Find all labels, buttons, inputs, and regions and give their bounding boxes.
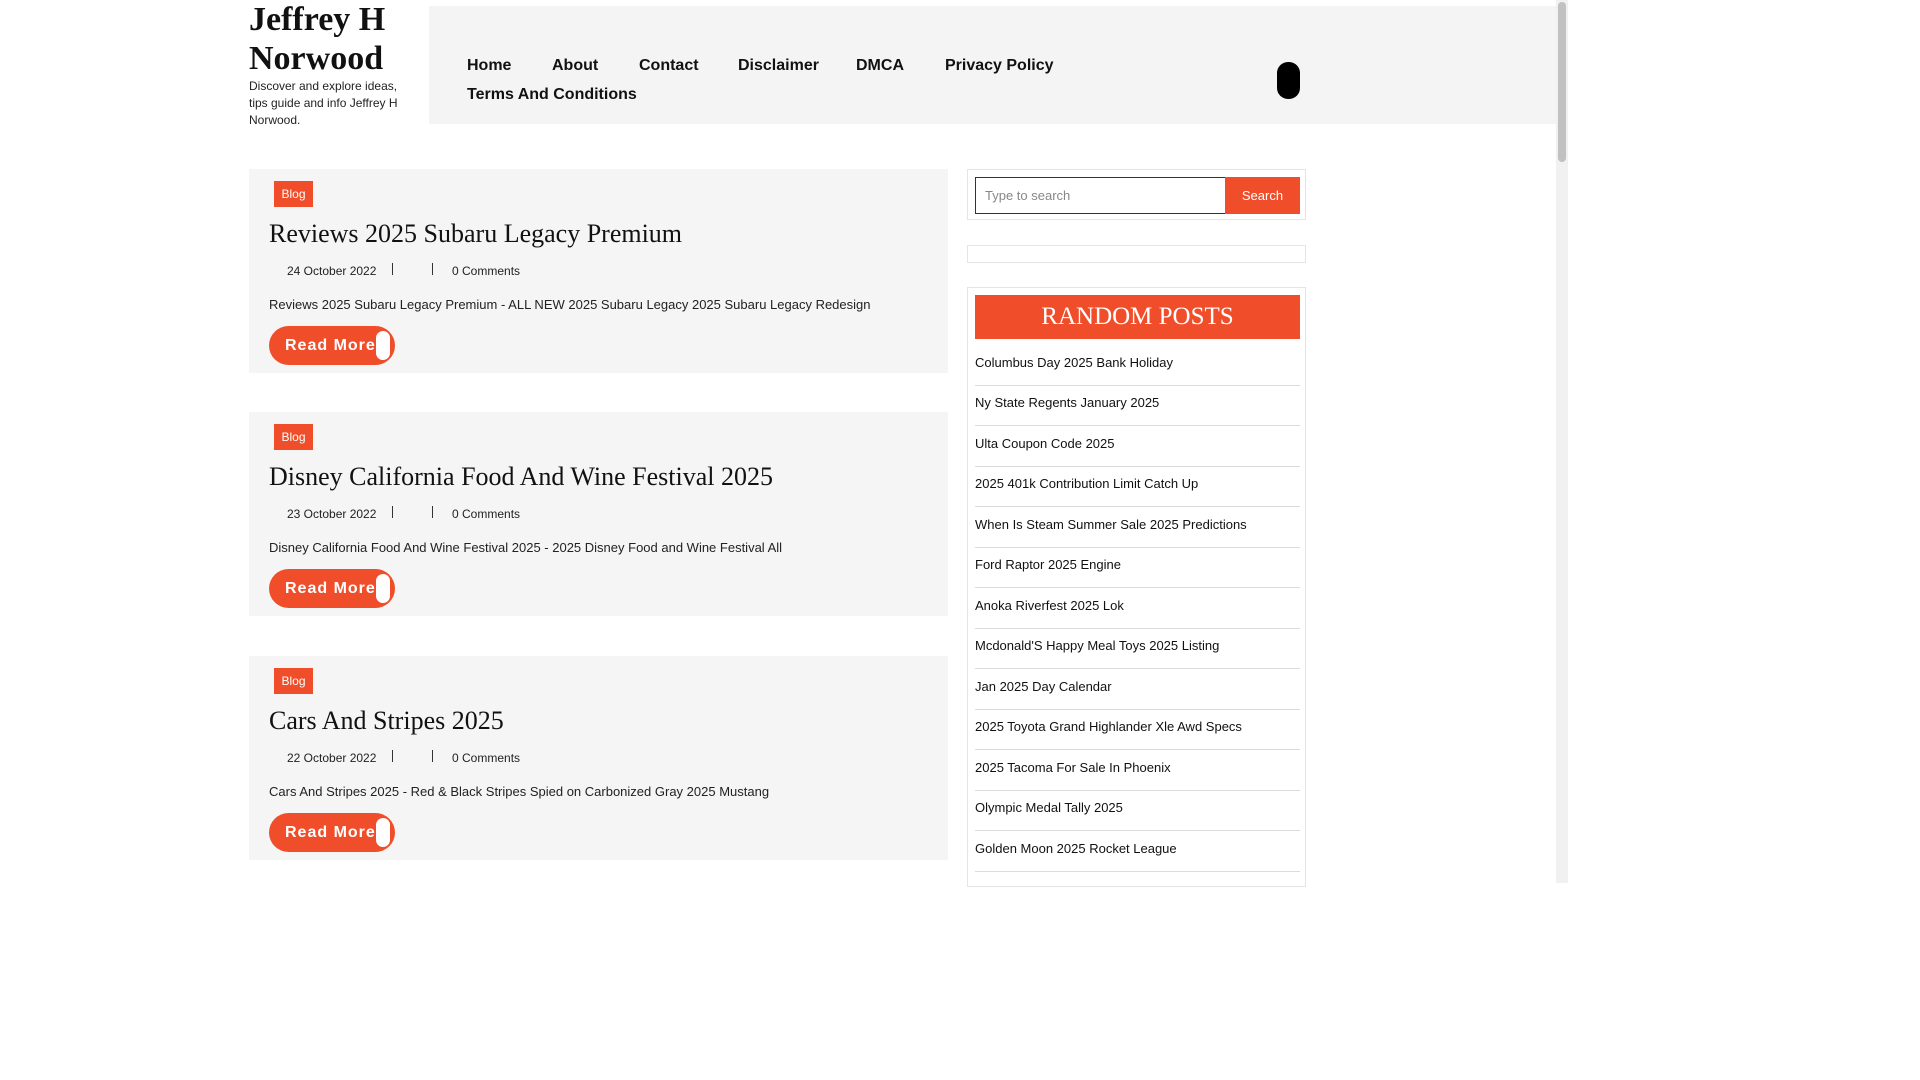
- random-post-link[interactable]: When Is Steam Summer Sale 2025 Predictio…: [975, 508, 1300, 548]
- random-post-label: Ulta Coupon Code 2025: [975, 436, 1115, 451]
- random-post-label: Anoka Riverfest 2025 Lok: [975, 598, 1124, 613]
- meta-divider: [392, 750, 393, 762]
- meta-divider: [392, 263, 393, 275]
- site-tagline: Discover and explore ideas, tips guide a…: [249, 79, 398, 127]
- post-excerpt: Reviews 2025 Subaru Legacy Premium - ALL…: [269, 297, 871, 312]
- random-post-label: When Is Steam Summer Sale 2025 Predictio…: [975, 517, 1247, 532]
- random-post-label: 2025 Toyota Grand Highlander Xle Awd Spe…: [975, 719, 1242, 734]
- search-input[interactable]: [975, 177, 1225, 214]
- random-post-link[interactable]: Ny State Regents January 2025: [975, 386, 1300, 426]
- meta-divider: [392, 506, 393, 518]
- post-date: 24 October 2022: [287, 264, 377, 278]
- main-navigation: Home About Contact Disclaimer DMCA Priva…: [429, 6, 1556, 124]
- random-post-link[interactable]: Jan 2025 Day Calendar: [975, 670, 1300, 710]
- random-post-link[interactable]: Ford Raptor 2025 Engine: [975, 548, 1300, 588]
- nav-privacy-policy[interactable]: Privacy Policy: [945, 57, 1054, 75]
- post-date: 22 October 2022: [287, 751, 377, 765]
- meta-divider: [432, 263, 433, 275]
- post-excerpt: Disney California Food And Wine Festival…: [269, 540, 783, 555]
- random-post-label: Ny State Regents January 2025: [975, 395, 1160, 410]
- random-post-link[interactable]: Olympic Medal Tally 2025: [975, 791, 1300, 831]
- empty-widget: [967, 245, 1306, 263]
- comments-count[interactable]: 0 Comments: [452, 507, 520, 521]
- search-button[interactable]: Search: [1225, 177, 1300, 214]
- random-post-label: Mcdonald'S Happy Meal Toys 2025 Listing: [975, 638, 1220, 653]
- post-title[interactable]: Disney California Food And Wine Festival…: [269, 462, 773, 492]
- post-card: Blog Disney California Food And Wine Fes…: [249, 412, 948, 616]
- random-post-link[interactable]: Golden Moon 2025 Rocket League: [975, 832, 1300, 872]
- search-widget: Search: [967, 169, 1306, 220]
- random-posts-widget: RANDOM POSTS Columbus Day 2025 Bank Holi…: [967, 287, 1306, 887]
- category-badge[interactable]: Blog: [274, 424, 313, 450]
- meta-divider: [432, 750, 433, 762]
- scrollbar-thumb[interactable]: [1558, 2, 1566, 162]
- category-badge[interactable]: Blog: [274, 668, 313, 694]
- nav-disclaimer[interactable]: Disclaimer: [738, 57, 819, 75]
- random-post-label: 2025 401k Contribution Limit Catch Up: [975, 476, 1199, 491]
- nav-home[interactable]: Home: [467, 57, 511, 75]
- comments-count[interactable]: 0 Comments: [452, 751, 520, 765]
- nav-dmca[interactable]: DMCA: [856, 57, 904, 75]
- nav-about[interactable]: About: [552, 57, 598, 75]
- read-more-arrow-icon: [376, 331, 390, 360]
- random-post-link[interactable]: Columbus Day 2025 Bank Holiday: [975, 346, 1300, 386]
- read-more-button[interactable]: Read More: [269, 569, 395, 608]
- comments-count[interactable]: 0 Comments: [452, 264, 520, 278]
- random-post-link[interactable]: Mcdonald'S Happy Meal Toys 2025 Listing: [975, 629, 1300, 669]
- random-post-link[interactable]: 2025 Tacoma For Sale In Phoenix: [975, 751, 1300, 791]
- random-posts-heading: RANDOM POSTS: [975, 295, 1300, 339]
- read-more-button[interactable]: Read More: [269, 813, 395, 852]
- random-post-link[interactable]: 2025 Toyota Grand Highlander Xle Awd Spe…: [975, 710, 1300, 750]
- random-post-label: Jan 2025 Day Calendar: [975, 679, 1112, 694]
- post-card: Blog Reviews 2025 Subaru Legacy Premium …: [249, 169, 948, 373]
- read-more-label: Read More: [285, 824, 376, 841]
- random-post-label: Columbus Day 2025 Bank Holiday: [975, 355, 1173, 370]
- meta-divider: [432, 506, 433, 518]
- post-card: Blog Cars And Stripes 2025 22 October 20…: [249, 656, 948, 860]
- random-post-label: Olympic Medal Tally 2025: [975, 800, 1123, 815]
- post-title[interactable]: Cars And Stripes 2025: [269, 706, 504, 736]
- random-post-link[interactable]: Ulta Coupon Code 2025: [975, 427, 1300, 467]
- nav-terms-and-conditions[interactable]: Terms And Conditions: [467, 86, 637, 104]
- site-title[interactable]: Jeffrey H Norwood: [249, 0, 419, 78]
- page-scrollbar[interactable]: [1556, 0, 1568, 883]
- read-more-button[interactable]: Read More: [269, 326, 395, 365]
- post-title[interactable]: Reviews 2025 Subaru Legacy Premium: [269, 219, 682, 249]
- post-date: 23 October 2022: [287, 507, 377, 521]
- nav-contact[interactable]: Contact: [639, 57, 699, 75]
- random-post-label: 2025 Tacoma For Sale In Phoenix: [975, 760, 1171, 775]
- random-post-link[interactable]: Anoka Riverfest 2025 Lok: [975, 589, 1300, 629]
- read-more-arrow-icon: [376, 574, 390, 603]
- random-post-label: Golden Moon 2025 Rocket League: [975, 841, 1177, 856]
- read-more-label: Read More: [285, 580, 376, 597]
- read-more-label: Read More: [285, 337, 376, 354]
- random-post-label: Ford Raptor 2025 Engine: [975, 557, 1121, 572]
- category-badge[interactable]: Blog: [274, 181, 313, 207]
- post-excerpt: Cars And Stripes 2025 - Red & Black Stri…: [269, 784, 770, 799]
- menu-toggle-button[interactable]: [1277, 62, 1300, 99]
- random-post-link[interactable]: 2025 401k Contribution Limit Catch Up: [975, 467, 1300, 507]
- read-more-arrow-icon: [376, 818, 390, 847]
